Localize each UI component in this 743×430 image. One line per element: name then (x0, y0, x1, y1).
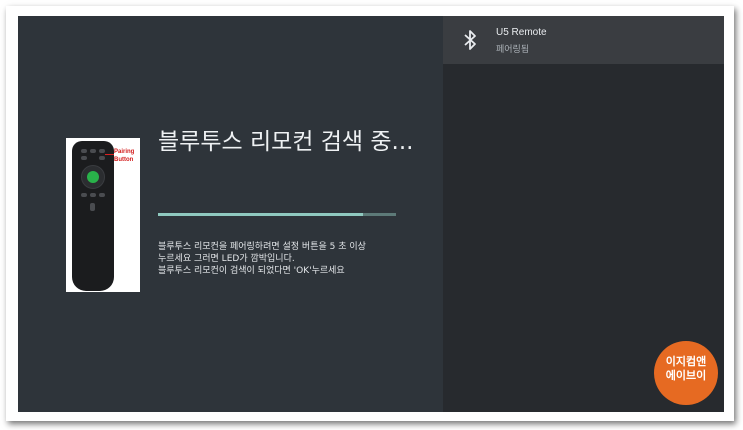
pairing-instructions: 블루투스 리모컨을 페어링하려면 설정 버튼을 5 초 이상 누르세요 그러면 … (158, 241, 428, 277)
tv-screen: Pairing Button 블루투스 리모컨 검색 중... 블루투스 리모컨… (18, 16, 724, 412)
watermark-logo: 이지컴앤 에이브이 (654, 341, 718, 405)
mic-icon (90, 203, 95, 211)
instruction-line: 누르세요 그러면 LED가 깜박입니다. (158, 254, 295, 264)
search-title: 블루투스 리모컨 검색 중... (158, 129, 414, 155)
search-progress-fill (158, 213, 363, 216)
remote-dpad (81, 165, 105, 189)
pairing-pointer (105, 154, 114, 155)
device-status: 페어링됨 (496, 45, 530, 55)
instruction-line: 블루투스 리모컨이 검색이 되었다면 'OK'누르세요 (158, 266, 345, 276)
remote-button (99, 149, 105, 153)
instruction-line: 블루투스 리모컨을 페어링하려면 설정 버튼을 5 초 이상 (158, 242, 366, 252)
search-progress-bar (158, 213, 396, 216)
watermark-text: 이지컴앤 에이브이 (654, 355, 718, 383)
remote-button (99, 193, 105, 197)
remote-button (81, 149, 87, 153)
remote-button (90, 149, 96, 153)
remote-illustration: Pairing Button (66, 138, 140, 292)
remote-ok-button (87, 171, 99, 183)
device-item-u5-remote[interactable]: U5 Remote 페어링됨 (443, 16, 724, 64)
remote-button (99, 156, 105, 160)
remote-body (72, 141, 114, 291)
remote-button (81, 156, 87, 160)
pairing-button-label: Pairing Button (114, 149, 135, 163)
watermark-line: 이지컴앤 (665, 355, 707, 368)
remote-button (81, 193, 87, 197)
remote-button (90, 193, 96, 197)
watermark-line: 에이브이 (665, 369, 707, 382)
device-name: U5 Remote (496, 27, 547, 38)
bluetooth-icon (464, 30, 476, 50)
search-panel: Pairing Button 블루투스 리모컨 검색 중... 블루투스 리모컨… (18, 16, 443, 412)
